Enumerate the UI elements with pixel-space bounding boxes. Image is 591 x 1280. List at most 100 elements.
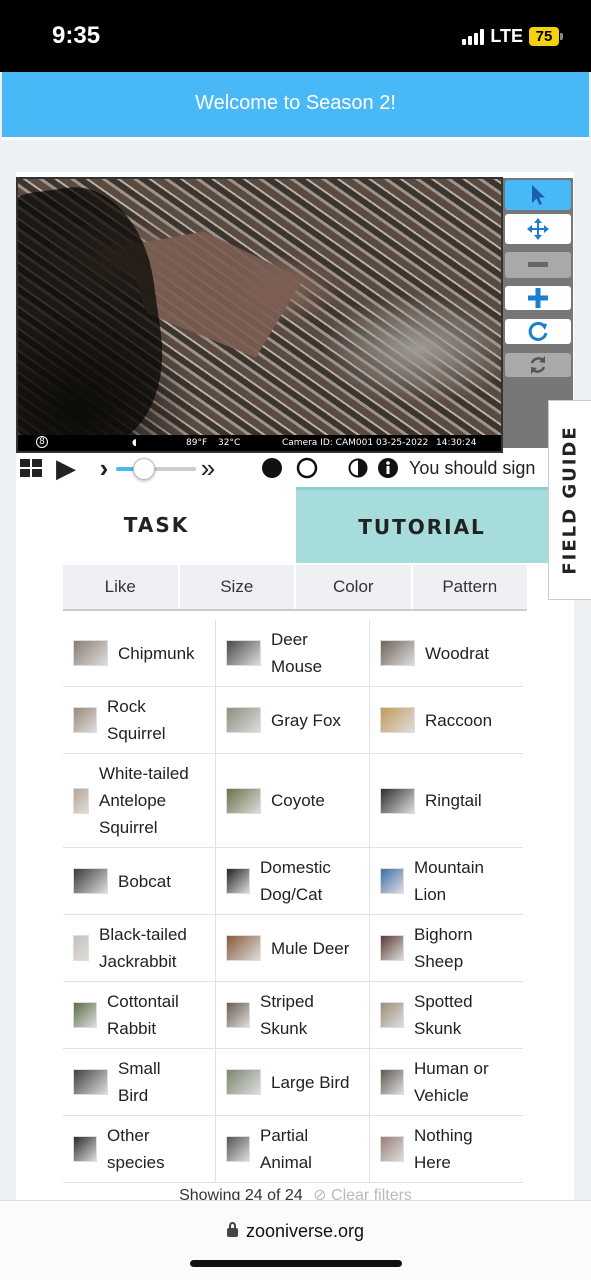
species-thumbnail (226, 868, 250, 894)
species-choice-other-species[interactable]: Other species (63, 1116, 216, 1183)
species-choice-mule-deer[interactable]: Mule Deer (216, 915, 370, 982)
species-thumbnail (226, 707, 261, 733)
caption-time: 14:30:24 (436, 438, 477, 448)
filled-circle-icon (262, 458, 282, 478)
next-frame-button[interactable]: › (96, 452, 112, 484)
battery-level: 75 (529, 27, 559, 46)
zoom-out-icon (528, 262, 548, 267)
frame-slider[interactable] (116, 458, 196, 480)
species-choice-jackrabbit[interactable]: Black-tailed Jackrabbit (63, 915, 216, 982)
species-choice-spotted-skunk[interactable]: Spotted Skunk (370, 982, 523, 1049)
species-choice-partial-animal[interactable]: Partial Animal (216, 1116, 370, 1183)
species-thumbnail (73, 1136, 97, 1162)
species-choice-bighorn-sheep[interactable]: Bighorn Sheep (370, 915, 523, 982)
grid-view-button[interactable] (20, 452, 42, 484)
zoom-in-button[interactable] (505, 286, 571, 310)
tab-task[interactable]: TASK (17, 487, 296, 563)
home-indicator[interactable] (190, 1260, 402, 1267)
species-label: Chipmunk (118, 643, 195, 663)
zoom-out-button[interactable] (505, 252, 571, 278)
species-thumbnail (226, 640, 261, 666)
url-text: zooniverse.org (245, 1221, 365, 1241)
battery-icon: 75 (529, 27, 563, 46)
field-guide-tab[interactable]: FIELD GUIDE (548, 400, 591, 600)
subject-viewer[interactable]: 8 ◖ 89°F 32°C Camera ID: CAM001 03-25-20… (16, 177, 503, 453)
play-button[interactable]: ▶ (52, 452, 80, 484)
filter-like[interactable]: Like (63, 565, 178, 609)
species-thumbnail (73, 640, 108, 666)
species-label: Rock Squirrel (107, 697, 166, 743)
filter-bar: Like Size Color Pattern (63, 565, 527, 611)
species-label: Human or Vehicle (414, 1059, 489, 1105)
filter-color[interactable]: Color (296, 565, 411, 609)
species-choice-mountain-lion[interactable]: Mountain Lion (370, 848, 523, 915)
species-label: Woodrat (425, 643, 489, 663)
welcome-banner: Welcome to Season 2! (2, 72, 589, 140)
subject-image[interactable] (18, 179, 501, 451)
species-thumbnail (226, 787, 261, 814)
sign-in-prompt[interactable]: You should sign (409, 458, 535, 479)
species-choice-chipmunk[interactable]: Chipmunk (63, 620, 216, 687)
species-thumbnail (380, 640, 415, 666)
species-choice-nothing-here[interactable]: Nothing Here (370, 1116, 523, 1183)
species-thumbnail (73, 935, 89, 961)
species-label: Coyote (271, 791, 325, 810)
fast-forward-button[interactable]: » (198, 452, 218, 484)
species-choice-striped-skunk[interactable]: Striped Skunk (216, 982, 370, 1049)
species-thumbnail (226, 935, 261, 961)
species-label: Partial Animal (260, 1126, 312, 1172)
species-choice-bobcat[interactable]: Bobcat (63, 848, 216, 915)
species-choice-large-bird[interactable]: Large Bird (216, 1049, 370, 1116)
species-thumbnail (73, 707, 97, 733)
caption-temp-c: 32°C (218, 438, 241, 448)
species-thumbnail (73, 787, 89, 814)
species-label: Mule Deer (271, 938, 350, 958)
rotate-button[interactable] (505, 319, 571, 344)
species-thumbnail (380, 1002, 404, 1028)
invert-white-button[interactable] (294, 452, 320, 484)
species-choice-small-bird[interactable]: Small Bird (63, 1049, 216, 1116)
filter-size[interactable]: Size (179, 565, 294, 609)
species-label: Gray Fox (271, 710, 341, 730)
species-choice-gray-fox[interactable]: Gray Fox (216, 687, 370, 754)
species-choice-antelope-squirrel[interactable]: White-tailed Antelope Squirrel (63, 754, 216, 848)
move-tool-button[interactable] (505, 214, 571, 244)
contrast-button[interactable] (347, 452, 369, 484)
url-display[interactable]: zooniverse.org (0, 1221, 591, 1242)
lock-icon (226, 1222, 238, 1237)
species-choice-woodrat[interactable]: Woodrat (370, 620, 523, 687)
info-icon (378, 458, 398, 478)
species-thumbnail (73, 1069, 108, 1095)
species-thumbnail (226, 1002, 250, 1028)
species-choice-rock-squirrel[interactable]: Rock Squirrel (63, 687, 216, 754)
species-label: Bobcat (118, 871, 171, 891)
shadow (18, 179, 176, 451)
reset-button[interactable] (505, 353, 571, 377)
species-label: Small Bird (118, 1059, 161, 1105)
species-choice-human-or-vehicle[interactable]: Human or Vehicle (370, 1049, 523, 1116)
species-thumbnail (380, 935, 404, 961)
pointer-tool-button[interactable] (505, 180, 571, 210)
species-choice-deer-mouse[interactable]: Deer Mouse (216, 620, 370, 687)
tab-tutorial[interactable]: TUTORIAL (296, 487, 548, 563)
species-grid: Chipmunk Deer Mouse Woodrat Rock Squirre… (63, 620, 523, 1183)
empty-circle-icon (296, 457, 318, 479)
invert-black-button[interactable] (259, 452, 285, 484)
caption-date: 03-25-2022 (376, 438, 429, 448)
species-thumbnail (380, 1136, 404, 1162)
browser-address-bar[interactable]: zooniverse.org (0, 1200, 591, 1280)
metadata-button[interactable] (377, 452, 399, 484)
species-choice-coyote[interactable]: Coyote (216, 754, 370, 848)
species-label: Nothing Here (414, 1126, 473, 1172)
species-choice-raccoon[interactable]: Raccoon (370, 687, 523, 754)
species-label: Spotted Skunk (414, 992, 473, 1038)
species-choice-cottontail[interactable]: Cottontail Rabbit (63, 982, 216, 1049)
species-choice-domestic-dog-cat[interactable]: Domestic Dog/Cat (216, 848, 370, 915)
species-thumbnail (380, 787, 415, 814)
filter-pattern[interactable]: Pattern (412, 565, 527, 609)
species-label: Domestic Dog/Cat (260, 858, 331, 904)
species-thumbnail (380, 1069, 404, 1095)
slider-thumb[interactable] (133, 458, 155, 480)
species-choice-ringtail[interactable]: Ringtail (370, 754, 523, 848)
species-thumbnail (380, 868, 404, 894)
